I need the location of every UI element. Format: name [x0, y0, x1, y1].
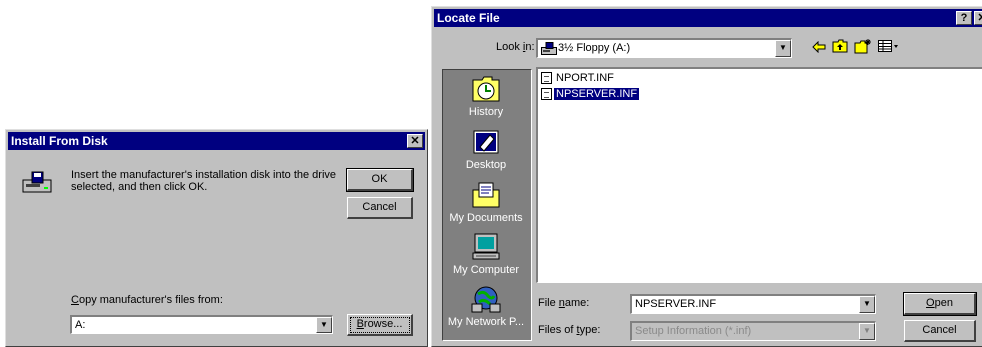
close-icon[interactable]: ✕	[407, 134, 423, 148]
my-network-icon	[471, 286, 501, 313]
floppy-drive-icon	[22, 171, 52, 193]
back-icon[interactable]	[812, 41, 826, 53]
browse-accel: B	[356, 318, 364, 330]
place-history[interactable]: History	[443, 74, 529, 118]
file-item[interactable]: NPORT.INF	[541, 71, 616, 85]
copy-from-value: A:	[75, 319, 86, 331]
copy-from-label: Copy manufacturer's files from:	[71, 294, 223, 306]
file-name: NPSERVER.INF	[552, 87, 641, 101]
file-type-combo: Setup Information (*.inf) ▼	[630, 321, 876, 341]
up-folder-icon[interactable]	[832, 39, 848, 53]
browse-label: rowse...	[363, 318, 403, 330]
file-name-suffix: ame:	[564, 297, 590, 309]
file-type-prefix: Files of	[538, 324, 577, 336]
copy-label-accel: C	[71, 294, 79, 306]
view-menu-icon[interactable]	[878, 40, 900, 52]
place-my-network[interactable]: My Network P...	[443, 284, 529, 328]
file-name-label: File name:	[538, 297, 589, 309]
inf-file-icon	[541, 88, 552, 101]
file-type-label: Files of type:	[538, 324, 600, 336]
inf-file-icon	[541, 72, 552, 85]
my-computer-icon	[472, 233, 500, 260]
place-my-computer-label: My Computer	[452, 264, 520, 276]
place-history-label: History	[468, 106, 504, 118]
ok-button[interactable]: OK	[346, 168, 414, 192]
open-accel: O	[926, 297, 935, 309]
chevron-down-icon[interactable]: ▼	[859, 296, 875, 313]
cancel-button[interactable]: Cancel	[347, 197, 413, 219]
locate-file-dialog: Locate File ? ✕ Look in: 3½ Floppy (A:) …	[431, 6, 982, 347]
copy-from-combo[interactable]: A: ▼	[70, 315, 333, 334]
file-list[interactable]: NPORT.INF NPSERVER.INF	[536, 67, 982, 283]
place-my-documents[interactable]: My Documents	[443, 180, 529, 224]
look-in-prefix: Look	[496, 41, 523, 53]
file-name-prefix: File	[538, 297, 559, 309]
locate-dialog-titlebar[interactable]: Locate File ? ✕	[434, 9, 982, 27]
place-my-network-label: My Network P...	[447, 316, 525, 328]
floppy-drive-icon	[541, 42, 557, 55]
locate-dialog-title: Locate File	[437, 11, 500, 25]
my-documents-icon	[472, 182, 500, 208]
file-name-value: NPSERVER.INF	[635, 298, 717, 310]
places-bar: History Desktop My Documents My Computer…	[442, 69, 532, 341]
desktop-icon	[473, 130, 499, 154]
look-in-value: 3½ Floppy (A:)	[558, 42, 631, 54]
history-icon	[472, 76, 500, 102]
file-name-combo[interactable]: NPSERVER.INF ▼	[630, 294, 876, 314]
install-dialog-titlebar[interactable]: Install From Disk ✕	[8, 132, 425, 150]
file-name: NPORT.INF	[556, 72, 614, 84]
open-button[interactable]: Open	[903, 292, 977, 316]
install-dialog-title: Install From Disk	[11, 134, 108, 148]
look-in-suffix: n:	[525, 41, 535, 53]
chevron-down-icon: ▼	[859, 323, 875, 340]
file-type-suffix: ype:	[579, 324, 601, 336]
chevron-down-icon[interactable]: ▼	[775, 40, 791, 57]
install-from-disk-dialog: Install From Disk ✕ Insert the manufactu…	[5, 129, 428, 347]
place-desktop[interactable]: Desktop	[443, 127, 529, 171]
place-my-computer[interactable]: My Computer	[443, 232, 529, 276]
place-desktop-label: Desktop	[465, 159, 507, 171]
help-icon[interactable]: ?	[956, 11, 972, 25]
open-label: pen	[934, 297, 953, 309]
cancel-button[interactable]: Cancel	[904, 320, 976, 342]
chevron-down-icon[interactable]: ▼	[316, 317, 332, 333]
close-icon[interactable]: ✕	[974, 11, 982, 25]
place-my-documents-label: My Documents	[449, 212, 523, 224]
install-message: Insert the manufacturer's installation d…	[71, 169, 337, 193]
file-type-value: Setup Information (*.inf)	[635, 325, 752, 337]
look-in-combo[interactable]: 3½ Floppy (A:) ▼	[536, 38, 792, 58]
browse-button[interactable]: Browse...	[347, 314, 413, 336]
look-in-label: Look in:	[496, 41, 535, 53]
copy-label-suffix: opy manufacturer's files from:	[78, 294, 223, 306]
file-item-selected[interactable]: NPSERVER.INF	[541, 87, 641, 101]
new-folder-icon[interactable]	[854, 38, 872, 54]
